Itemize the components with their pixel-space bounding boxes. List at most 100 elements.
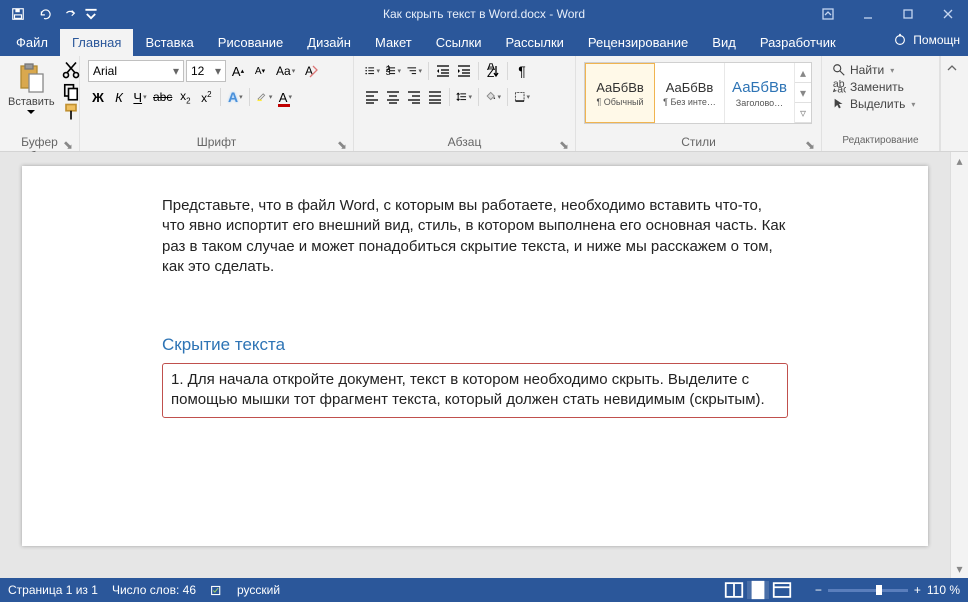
increase-indent-button[interactable]	[454, 60, 474, 82]
style-no-spacing[interactable]: АаБбВв ¶ Без инте…	[655, 63, 725, 123]
print-layout-button[interactable]	[747, 581, 769, 599]
tab-layout[interactable]: Макет	[363, 29, 424, 56]
find-button[interactable]: Найти▾	[830, 62, 917, 78]
zoom-level[interactable]: 110 %	[927, 583, 960, 597]
scroll-track[interactable]	[951, 170, 968, 560]
tab-home[interactable]: Главная	[60, 29, 133, 56]
qat-customize-button[interactable]	[84, 2, 98, 26]
text-effects-button[interactable]: A▾	[225, 86, 245, 108]
cut-button[interactable]	[61, 60, 81, 80]
web-layout-button[interactable]	[771, 581, 793, 599]
tab-view[interactable]: Вид	[700, 29, 748, 56]
tab-review[interactable]: Рецензирование	[576, 29, 700, 56]
svg-text:3: 3	[386, 67, 391, 76]
bold-button[interactable]: Ж	[88, 86, 108, 108]
decrease-indent-button[interactable]	[433, 60, 453, 82]
close-button[interactable]	[928, 0, 968, 28]
tell-me[interactable]: Помощн	[893, 33, 960, 47]
clear-formatting-button[interactable]: A	[301, 60, 321, 82]
group-clipboard: Вставить Буфер обм…⬊	[0, 56, 80, 151]
change-case-button[interactable]: Aa▾	[274, 60, 297, 82]
paragraph-1[interactable]: Представьте, что в файл Word, с которым …	[162, 196, 788, 277]
word-count-status[interactable]: Число слов: 46	[112, 583, 196, 597]
spellcheck-status[interactable]	[210, 584, 223, 597]
group-paragraph: ▾ 123▾ ▾ AZ ¶ ▾ ▾ ▾	[354, 56, 576, 151]
sort-button[interactable]: AZ	[483, 60, 503, 82]
group-editing: Найти▾ abacЗаменить Выделить▾ Редактиров…	[822, 56, 940, 151]
align-left-button[interactable]	[362, 86, 382, 108]
tell-me-label: Помощн	[913, 33, 960, 47]
tab-developer[interactable]: Разработчик	[748, 29, 848, 56]
redo-button[interactable]	[58, 2, 82, 26]
document-title: Как скрыть текст в Word.docx - Word	[383, 7, 585, 21]
font-color-button[interactable]: A▾	[275, 86, 295, 108]
style-normal[interactable]: АаБбВв ¶ Обычный	[585, 63, 655, 123]
paragraph-2[interactable]: 1. Для начала откройте документ, текст в…	[171, 371, 765, 408]
tab-file[interactable]: Файл	[4, 29, 60, 56]
styles-scroll[interactable]: ▴▾▿	[795, 63, 811, 123]
line-spacing-button[interactable]: ▾	[454, 86, 474, 108]
zoom-in-button[interactable]: +	[914, 583, 921, 597]
page[interactable]: Представьте, что в файл Word, с которым …	[22, 166, 928, 546]
select-button[interactable]: Выделить▾	[830, 96, 917, 112]
scroll-up-button[interactable]: ▴	[951, 152, 968, 170]
tab-draw[interactable]: Рисование	[206, 29, 295, 56]
font-launcher[interactable]: ⬊	[337, 140, 347, 150]
underline-button[interactable]: Ч▾	[130, 86, 150, 108]
language-status[interactable]: русский	[237, 583, 280, 597]
font-size-select[interactable]: 12▾	[186, 60, 226, 82]
clipboard-launcher[interactable]: ⬊	[63, 140, 73, 150]
scroll-down-button[interactable]: ▾	[951, 560, 968, 578]
status-bar: Страница 1 из 1 Число слов: 46 русский −…	[0, 578, 968, 602]
document-viewport[interactable]: Представьте, что в файл Word, с которым …	[0, 152, 950, 578]
shading-button[interactable]: ▾	[483, 86, 503, 108]
tab-references[interactable]: Ссылки	[424, 29, 494, 56]
group-label-clipboard: Буфер обм…⬊	[4, 135, 75, 151]
tab-design[interactable]: Дизайн	[295, 29, 363, 56]
copy-button[interactable]	[61, 81, 81, 101]
tab-insert[interactable]: Вставка	[133, 29, 205, 56]
vertical-scrollbar[interactable]: ▴ ▾	[950, 152, 968, 578]
undo-button[interactable]	[32, 2, 56, 26]
multilevel-list-button[interactable]: ▾	[404, 60, 424, 82]
font-name-select[interactable]: Arial▾	[88, 60, 184, 82]
styles-launcher[interactable]: ⬊	[805, 140, 815, 150]
paste-button[interactable]: Вставить	[4, 60, 59, 117]
justify-button[interactable]	[425, 86, 445, 108]
highlight-button[interactable]: ▾	[254, 86, 274, 108]
strikethrough-button[interactable]: abc	[151, 86, 174, 108]
numbering-button[interactable]: 123▾	[383, 60, 403, 82]
document-area: Представьте, что в файл Word, с которым …	[0, 152, 968, 578]
align-right-button[interactable]	[404, 86, 424, 108]
title-bar: Как скрыть текст в Word.docx - Word	[0, 0, 968, 28]
replace-button[interactable]: abacЗаменить	[830, 79, 917, 95]
zoom-out-button[interactable]: −	[815, 583, 822, 597]
grow-font-button[interactable]: A▴	[228, 60, 248, 82]
italic-button[interactable]: К	[109, 86, 129, 108]
superscript-button[interactable]: x2	[196, 86, 216, 108]
tab-mailings[interactable]: Рассылки	[494, 29, 576, 56]
heading-1[interactable]: Скрытие текста	[162, 335, 788, 355]
borders-button[interactable]: ▾	[512, 86, 532, 108]
ribbon-options-button[interactable]	[808, 0, 848, 28]
selected-text-box[interactable]: 1. Для начала откройте документ, текст в…	[162, 363, 788, 418]
format-painter-button[interactable]	[61, 102, 81, 122]
collapse-ribbon-button[interactable]	[940, 56, 962, 151]
show-marks-button[interactable]: ¶	[512, 60, 532, 82]
align-center-button[interactable]	[383, 86, 403, 108]
page-number-status[interactable]: Страница 1 из 1	[8, 583, 98, 597]
group-label-font: Шрифт⬊	[84, 135, 349, 151]
style-heading1[interactable]: АаБбВв Заголово…	[725, 63, 795, 123]
paragraph-launcher[interactable]: ⬊	[559, 140, 569, 150]
zoom-slider[interactable]	[828, 589, 908, 592]
bullets-button[interactable]: ▾	[362, 60, 382, 82]
view-buttons	[723, 581, 793, 599]
read-mode-button[interactable]	[723, 581, 745, 599]
subscript-button[interactable]: x2	[175, 86, 195, 108]
group-label-styles: Стили⬊	[580, 135, 817, 151]
save-button[interactable]	[6, 2, 30, 26]
ribbon: Вставить Буфер обм…⬊ Arial▾ 12▾ A▴ A▾ Aa…	[0, 56, 968, 152]
maximize-button[interactable]	[888, 0, 928, 28]
shrink-font-button[interactable]: A▾	[250, 60, 270, 82]
minimize-button[interactable]	[848, 0, 888, 28]
